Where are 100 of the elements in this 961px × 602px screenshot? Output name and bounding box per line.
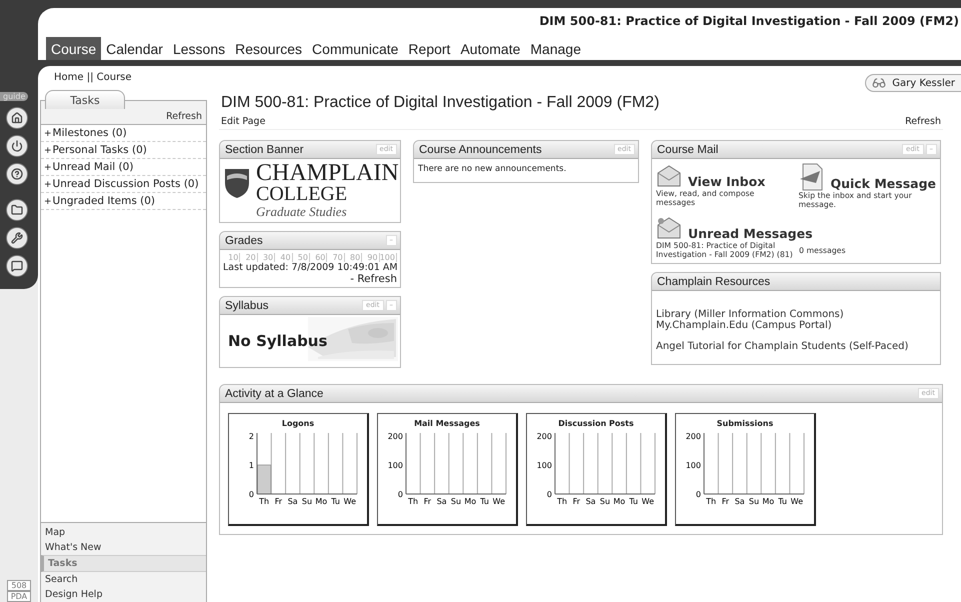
user-name: Gary Kessler (892, 78, 955, 88)
category-label: We (790, 497, 804, 506)
widget-title: Champlain Resources (657, 276, 770, 288)
nav-tab[interactable]: Automate (455, 37, 526, 60)
task-item[interactable]: +Unread Discussion Posts (0) (41, 176, 206, 193)
refresh-link[interactable]: - Refresh (223, 273, 397, 285)
task-item[interactable]: +Milestones (0) (41, 125, 206, 142)
resource-link[interactable]: Library (Miller Information Commons) (656, 309, 936, 320)
nav-tab[interactable]: Manage (525, 37, 586, 60)
category-label: Fr (572, 497, 580, 506)
chart-title: Submissions (716, 419, 774, 428)
widget-title: Syllabus (225, 300, 268, 312)
no-syllabus-text: No Syllabus (228, 332, 328, 350)
chart-title: Discussion Posts (558, 419, 634, 428)
category-label: Mo (464, 497, 476, 506)
category-label: Sa (436, 497, 447, 506)
mail-action-link[interactable]: Unread Messages (688, 226, 813, 241)
envelope-icon (656, 163, 682, 189)
help-icon[interactable] (6, 163, 28, 185)
resource-link[interactable]: Angel Tutorial for Champlain Students (Self-Paced) (656, 341, 936, 352)
nav-tab[interactable]: Report (403, 37, 456, 60)
tick-label: 200 (686, 432, 701, 441)
document-icon (798, 163, 824, 191)
tick-label: 200 (536, 432, 552, 441)
category-label: Th (557, 497, 568, 506)
nav-tab[interactable]: Calendar (101, 37, 168, 60)
category-label: Tu (629, 497, 638, 506)
course-title: DIM 500-81: Practice of Digital Investigation - Fall 2009 (FM2) (539, 13, 960, 28)
glasses-icon (872, 76, 886, 90)
edit-page-link[interactable]: Edit Page (219, 114, 268, 129)
category-label: Su (302, 497, 312, 506)
chart-title: Logons (282, 419, 314, 428)
widget-title: Section Banner (225, 144, 304, 156)
chat-icon[interactable] (6, 255, 28, 277)
category-label: Fr (424, 497, 432, 506)
task-item[interactable]: +Personal Tasks (0) (41, 142, 206, 159)
folder-icon[interactable] (6, 199, 28, 221)
category-label: Th (706, 497, 716, 506)
nav-tab[interactable]: Course (46, 37, 102, 60)
envelope-icon (656, 215, 682, 241)
nav-link[interactable]: Tasks (41, 555, 206, 572)
category-label: Sa (586, 497, 596, 506)
category-label: We (642, 497, 654, 506)
page-title: DIM 500-81: Practice of Digital Investigation - Fall 2009 (FM2) (220, 94, 660, 112)
tick-label: 100 (686, 461, 701, 470)
widget-title: Activity at a Glance (225, 388, 324, 400)
category-label: Th (408, 497, 418, 506)
category-label: Su (748, 497, 760, 506)
widget-title: Course Mail (657, 144, 718, 156)
category-label: We (344, 497, 356, 506)
breadcrumb: Home || Course (54, 72, 132, 82)
chart-title: Mail Messages (414, 419, 480, 428)
shield-icon (224, 167, 250, 199)
tasks-tab[interactable]: Tasks (45, 90, 125, 109)
last-updated: Last updated: 7/8/2009 10:49:01 AM (223, 262, 397, 273)
category-label: Mo (315, 497, 328, 506)
tick-label: 0 (546, 490, 552, 499)
bar (257, 464, 272, 494)
tick-label: 0 (696, 490, 701, 499)
user-badge[interactable]: Gary Kessler (865, 74, 961, 92)
mail-action-link[interactable]: View Inbox (688, 174, 766, 189)
category-label: Tu (778, 497, 787, 506)
widget-title: Course Announcements (419, 144, 542, 156)
category-label: Tu (480, 497, 489, 506)
tick-label: 2 (248, 432, 254, 441)
tick-label: 1 (248, 461, 254, 470)
resource-link[interactable]: My.Champlain.Edu (Campus Portal) (656, 320, 936, 331)
category-label: Mo (613, 497, 626, 506)
task-item[interactable]: +Ungraded Items (0) (41, 193, 206, 210)
task-item[interactable]: +Unread Mail (0) (41, 159, 206, 176)
widget-title: Grades (225, 234, 263, 246)
mode-badge[interactable]: 508 (7, 580, 31, 591)
wrench-icon[interactable] (6, 227, 28, 249)
category-label: Fr (274, 497, 282, 506)
home-icon[interactable] (6, 107, 28, 129)
college-logo: CHAMPLAIN COLLEGE Graduate Studies (224, 162, 396, 220)
grade-scale: 10 20 30 40 50 60 70 80 90 100 (223, 253, 397, 262)
nav-tab[interactable]: Resources (230, 37, 308, 60)
category-label: Su (450, 497, 462, 506)
category-label: We (492, 497, 506, 506)
announcement-text: There are no new announcements. (418, 164, 568, 174)
tick-label: 0 (248, 490, 254, 499)
nav-tab[interactable]: Communicate (307, 37, 404, 60)
nav-tab[interactable]: Lessons (168, 37, 230, 60)
tick-label: 200 (388, 432, 403, 441)
category-label: Th (259, 497, 270, 506)
power-icon[interactable] (6, 135, 28, 157)
tick-label: 0 (398, 490, 403, 499)
tick-label: 100 (536, 461, 552, 470)
category-label: Su (600, 497, 610, 506)
category-label: Mo (762, 497, 774, 506)
mode-badge[interactable]: PDA (7, 591, 31, 602)
category-label: Sa (288, 497, 298, 506)
category-label: Fr (722, 497, 730, 506)
category-label: Sa (734, 497, 745, 506)
category-label: Tu (331, 497, 340, 506)
refresh-link[interactable]: Refresh (166, 109, 202, 124)
mail-action-link[interactable]: Quick Message (830, 176, 936, 191)
tick-label: 100 (388, 461, 403, 470)
refresh-link[interactable]: Refresh (903, 114, 943, 129)
